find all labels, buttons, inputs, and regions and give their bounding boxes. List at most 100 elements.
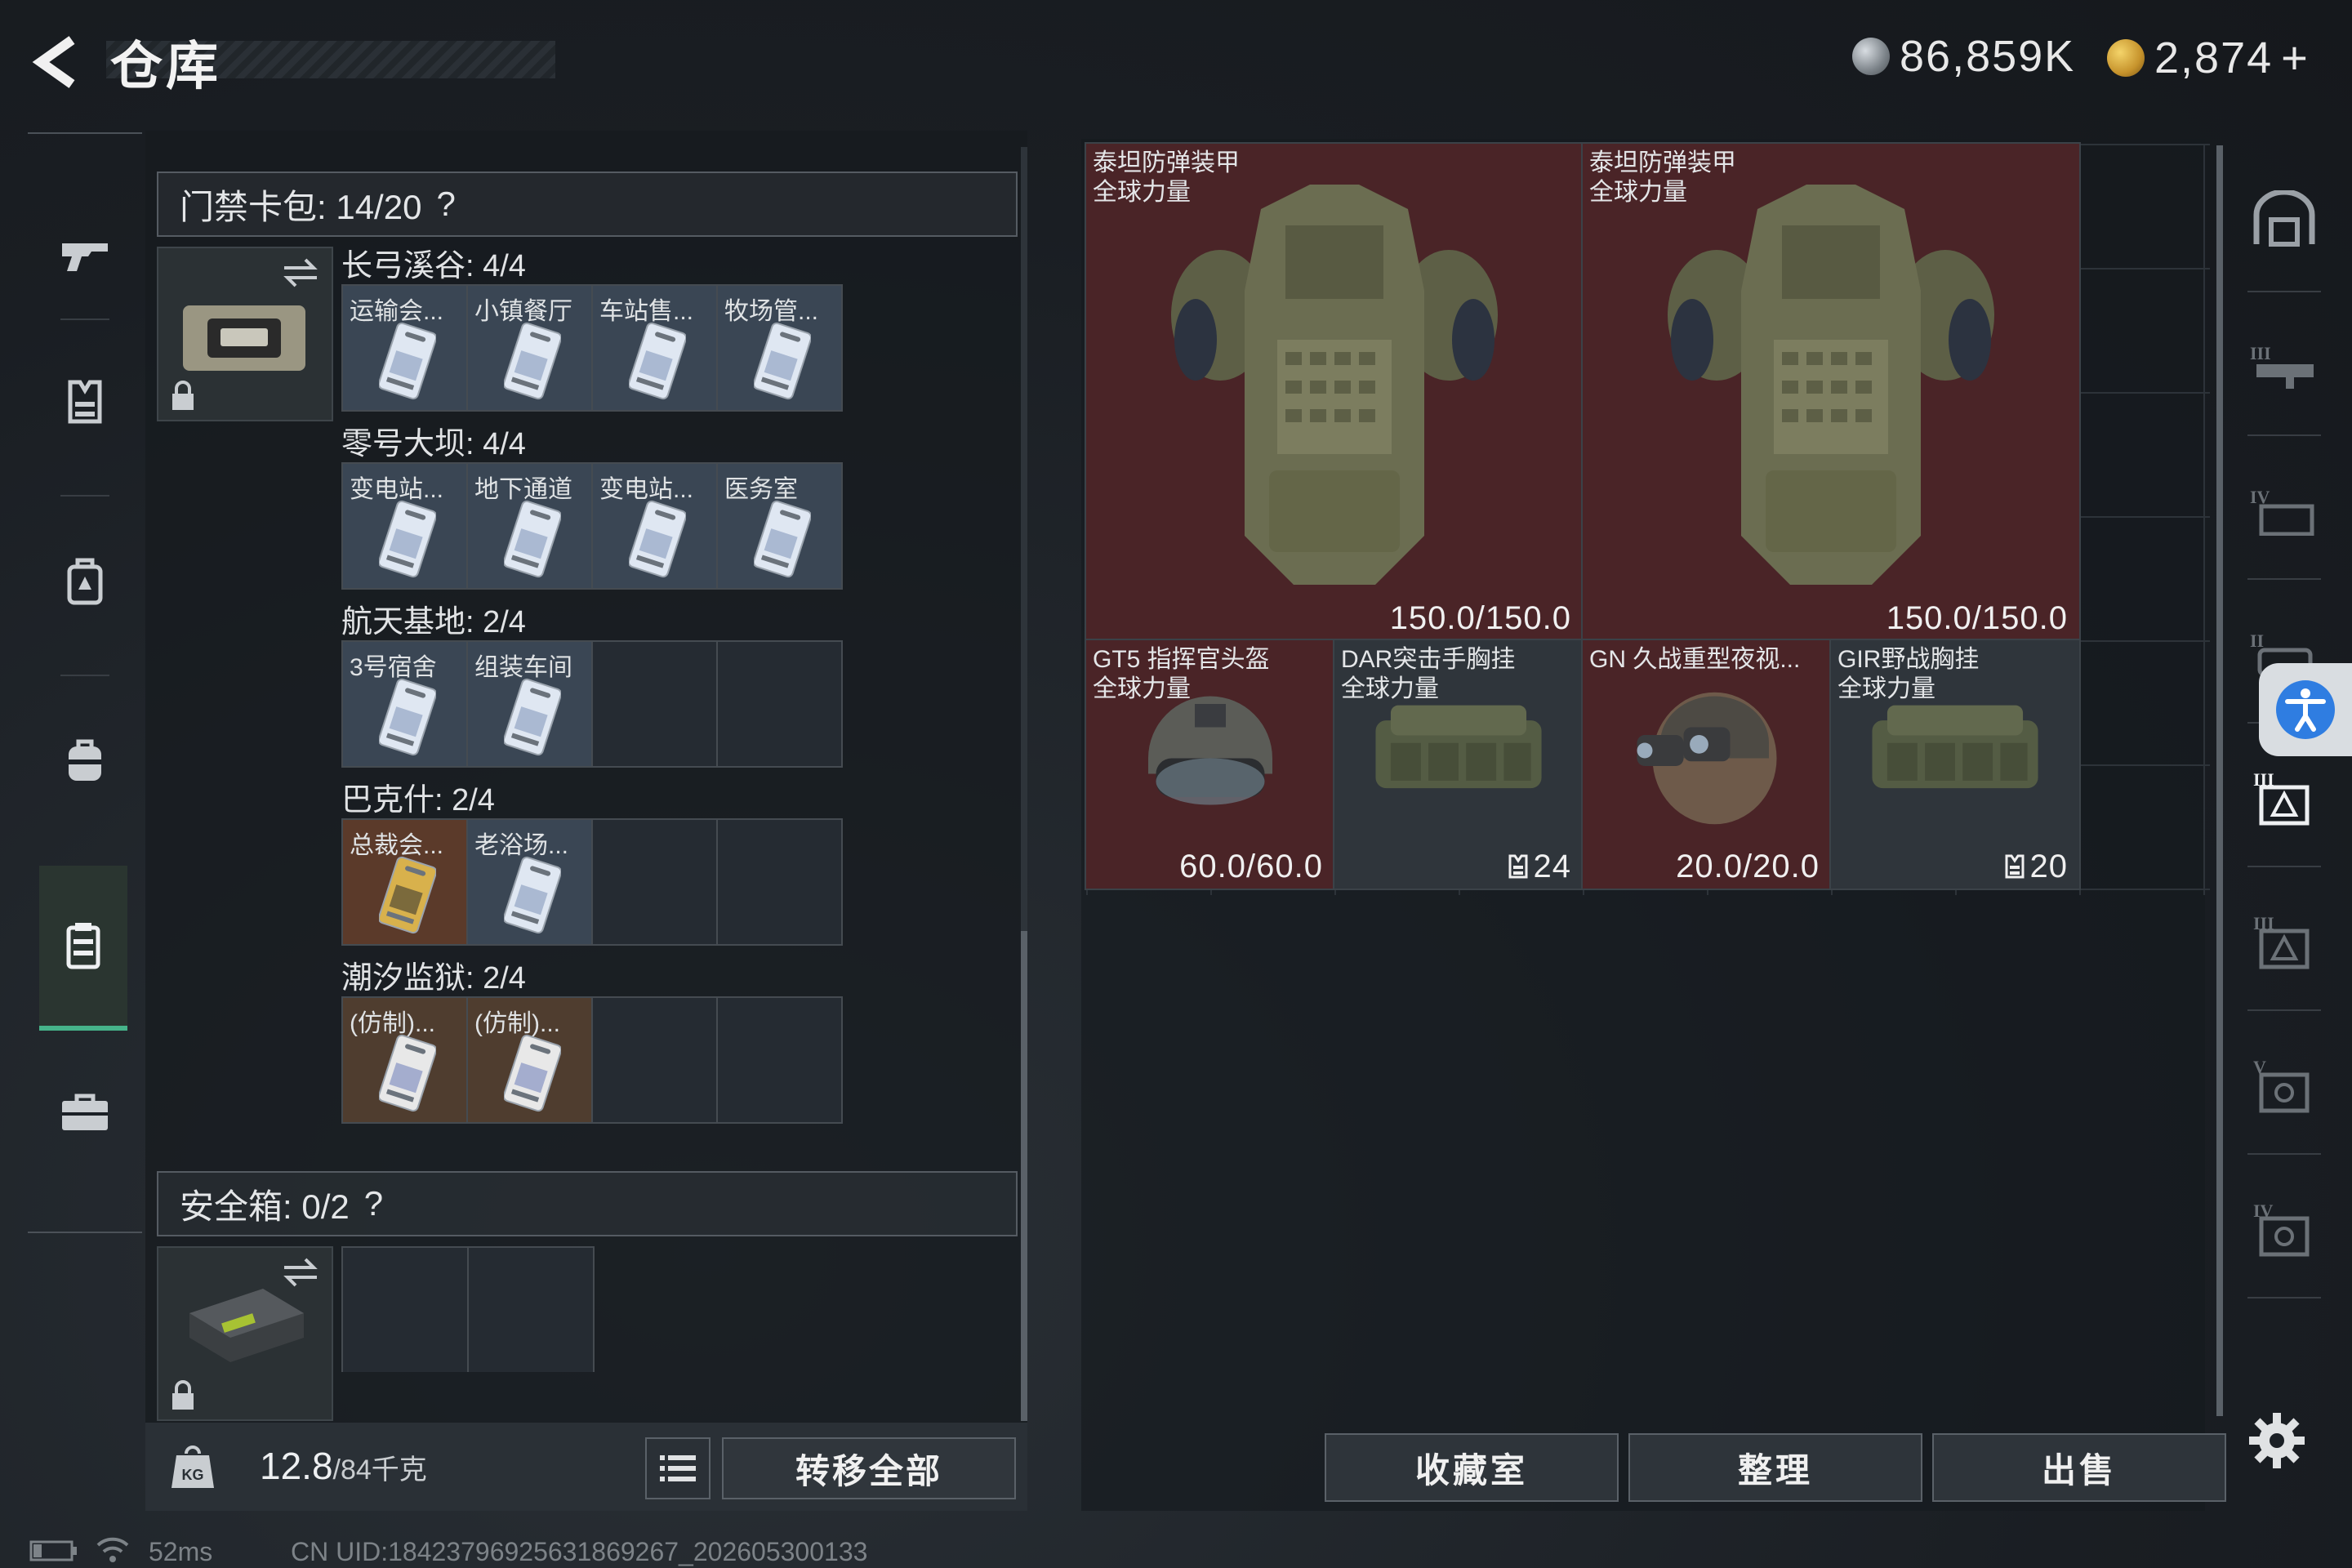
item-name-block: GT5 指挥官头盔 全球力量 [1093, 645, 1270, 704]
stash-tab-icon: IV [2250, 487, 2314, 536]
keycard-slot[interactable]: 医务室 [718, 464, 841, 588]
safe-box-slot[interactable] [343, 1248, 469, 1372]
kg-label: KG [182, 1467, 204, 1483]
safe-box-thumbnail[interactable] [157, 1246, 333, 1421]
keycard-slot[interactable]: 小镇餐厅 [468, 286, 593, 410]
keycard-slot-row: 变电站... 地下通道 变电站... 医务室 [341, 462, 843, 590]
nav-pouch[interactable] [28, 688, 142, 835]
add-currency-button[interactable]: + [2281, 31, 2310, 84]
keycard-slot[interactable]: 地下通道 [468, 464, 593, 588]
svg-text:II: II [2250, 630, 2264, 651]
safe-box-title: 安全箱: 0/2 [180, 1187, 350, 1226]
stash-tab-icon: IV [2253, 1200, 2310, 1257]
keycard-icon [752, 500, 813, 582]
accessibility-icon [2276, 680, 2335, 739]
keycard-slot[interactable]: 运输会... [343, 286, 468, 410]
item-name-block: DAR突击手胸挂 全球力量 [1341, 645, 1515, 704]
stash-tab-7[interactable]: V [2223, 1013, 2345, 1156]
keycard-slot[interactable]: (仿制)... [468, 998, 593, 1122]
keycard-slot[interactable]: 变电站... [343, 464, 468, 588]
item-value: 60.0/60.0 [1179, 849, 1323, 884]
nav-keycard-case[interactable] [39, 866, 127, 1031]
keycard-icon [502, 500, 563, 582]
armor-item[interactable]: 泰坦防弹装甲 全球力量 150.0/150.0 [1581, 142, 2081, 642]
item-durability: 150.0/150.0 [1886, 600, 2068, 637]
rig-item[interactable]: DAR突击手胸挂 全球力量 24 [1333, 639, 1584, 890]
empty-keycard-slot[interactable] [718, 820, 841, 944]
gold-currency[interactable]: 2,874 + [2107, 31, 2310, 84]
empty-keycard-slot[interactable] [718, 998, 841, 1122]
list-view-button[interactable] [645, 1437, 710, 1499]
safe-box-header: 安全箱: 0/2 ? [157, 1171, 1018, 1236]
stash-tab-6[interactable]: III [2223, 869, 2345, 1013]
stash-tab-8[interactable]: IV [2223, 1156, 2345, 1300]
settings-button[interactable] [2247, 1411, 2306, 1474]
sell-button[interactable]: 出售 [1932, 1433, 2226, 1502]
nav-backpack[interactable] [28, 508, 142, 655]
keycard-slot[interactable]: 老浴场... [468, 820, 593, 944]
keycard-slot[interactable]: 组装车间 [468, 642, 593, 766]
area-label: 长弓溪谷: 4/4 [341, 249, 526, 283]
transfer-all-button[interactable]: 转移全部 [722, 1437, 1016, 1499]
nvg-image [1609, 673, 1805, 832]
help-icon[interactable]: ? [436, 185, 455, 224]
stash-tab-main[interactable] [2223, 147, 2345, 291]
safe-box-slot[interactable] [469, 1248, 593, 1372]
item-name-block: 泰坦防弹装甲 全球力量 [1589, 149, 1736, 207]
item-name: 泰坦防弹装甲 [1589, 149, 1736, 176]
capacity-icon [2004, 849, 2030, 884]
keycard-pack-thumbnail[interactable] [157, 247, 333, 421]
nav-weapons[interactable] [28, 206, 142, 304]
back-button[interactable] [24, 29, 90, 95]
nav-armor[interactable] [28, 328, 142, 475]
keycard-slot[interactable]: 3号宿舍 [343, 642, 468, 766]
backpack-icon [67, 558, 103, 605]
container-scrollbar[interactable] [1021, 147, 1027, 1421]
keycard-slot[interactable]: (仿制)... [343, 998, 468, 1122]
nav-bottom-line [28, 1232, 142, 1233]
help-icon[interactable]: ? [364, 1184, 383, 1223]
empty-keycard-slot[interactable] [593, 820, 718, 944]
item-faction: 全球力量 [1589, 179, 1687, 206]
keycard-pack-header: 门禁卡包: 14/20 ? [157, 172, 1018, 237]
nav-separator [60, 675, 109, 676]
nav-separator [60, 318, 109, 320]
empty-keycard-slot[interactable] [718, 642, 841, 766]
keycard-slot-row: (仿制)... (仿制)... [341, 996, 843, 1124]
rnav-separator [2247, 578, 2321, 580]
safe-box-icon [189, 1289, 304, 1362]
collection-room-button[interactable]: 收藏室 [1325, 1433, 1619, 1502]
area-label: 零号大坝: 4/4 [341, 427, 526, 461]
swap-icon[interactable] [281, 256, 320, 289]
weight-current: 12.8 [260, 1445, 333, 1487]
nvg-item[interactable]: GN 久战重型夜视... 20.0/20.0 [1581, 639, 1833, 890]
keycard-slot[interactable]: 车站售... [593, 286, 718, 410]
item-name-block: 泰坦防弹装甲 全球力量 [1093, 149, 1240, 207]
swap-icon[interactable] [281, 1256, 320, 1289]
empty-keycard-slot[interactable] [593, 642, 718, 766]
rnav-separator [2247, 1297, 2321, 1298]
pouch-icon [69, 739, 101, 781]
silver-currency[interactable]: 86,859K [1852, 31, 2075, 82]
item-faction: 全球力量 [1093, 675, 1191, 702]
empty-keycard-slot[interactable] [593, 998, 718, 1122]
list-icon [660, 1455, 696, 1481]
sort-button[interactable]: 整理 [1628, 1433, 1922, 1502]
helmet-item[interactable]: GT5 指挥官头盔 全球力量 60.0/60.0 [1085, 639, 1336, 890]
stash-tab-2[interactable]: III [2223, 294, 2345, 438]
item-durability: 60.0/60.0 [1179, 849, 1323, 885]
top-bar: 仓库 86,859K 2,874 + [0, 0, 2352, 122]
keycard-slot-row: 运输会... 小镇餐厅 车站售... 牧场管... [341, 284, 843, 412]
keycard-slot[interactable]: 变电站... [593, 464, 718, 588]
accessibility-button[interactable] [2259, 663, 2352, 756]
armor-item[interactable]: 泰坦防弹装甲 全球力量 150.0/150.0 [1085, 142, 1584, 642]
nav-case[interactable] [28, 1039, 142, 1186]
item-name: GT5 指挥官头盔 [1093, 646, 1270, 673]
rig-item[interactable]: GIR野战胸挂 全球力量 20 [1829, 639, 2081, 890]
stash-tab-3[interactable]: IV [2223, 438, 2345, 581]
keycard-slot[interactable]: 牧场管... [718, 286, 841, 410]
item-value: 150.0/150.0 [1389, 600, 1571, 636]
item-value: 24 [1533, 849, 1571, 884]
keycard-slot[interactable]: 总裁会... [343, 820, 468, 944]
stash-scrollbar[interactable] [2216, 145, 2223, 1416]
